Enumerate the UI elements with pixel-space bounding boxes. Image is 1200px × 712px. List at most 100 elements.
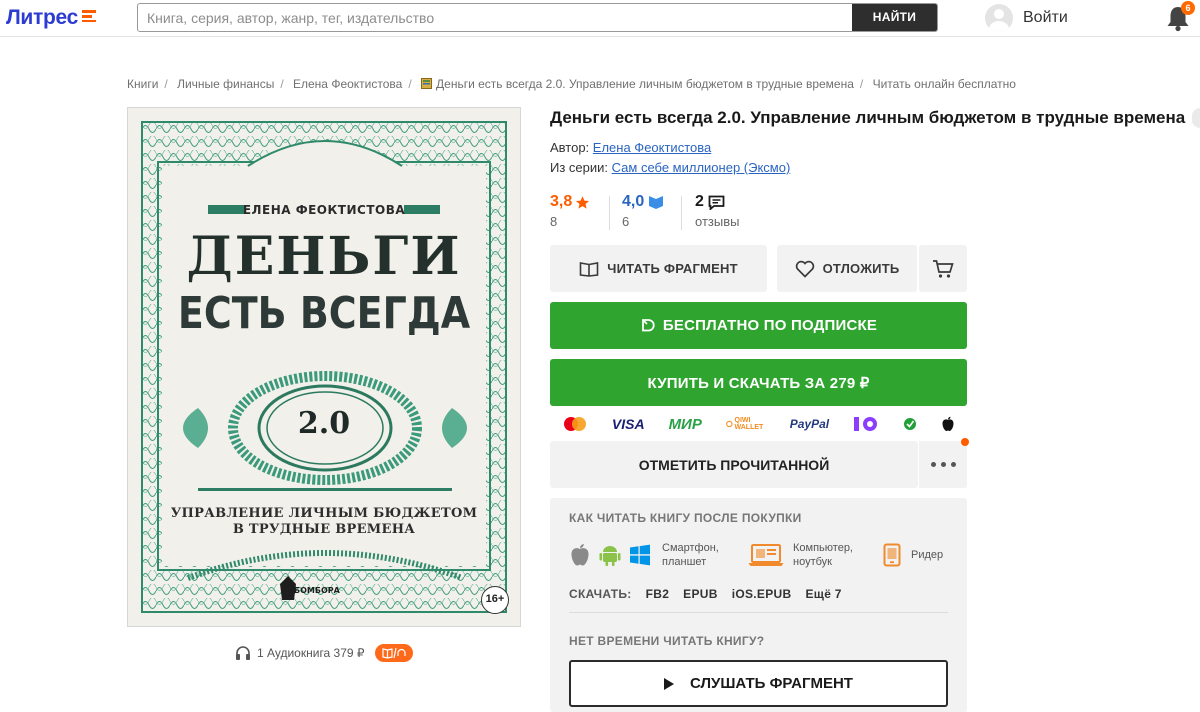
add-to-cart-button[interactable] — [919, 245, 967, 292]
livelib-rating[interactable]: 4,0 6 — [622, 192, 664, 232]
author-row: Автор: Елена Феоктистова — [550, 140, 711, 155]
cart-icon — [933, 259, 954, 278]
computer-apps[interactable]: Компьютер, ноутбук — [748, 540, 853, 570]
breadcrumb-item-author[interactable]: Елена Феоктистова — [293, 77, 402, 91]
listen-title: НЕТ ВРЕМЕНИ ЧИТАТЬ КНИГУ? — [569, 634, 765, 648]
new-indicator-dot — [961, 438, 969, 446]
dot-icon — [940, 462, 946, 467]
buy-button[interactable]: КУПИТЬ И СКАЧАТЬ ЗА 279 ₽ — [550, 359, 967, 406]
panel-divider — [569, 612, 948, 613]
ereader-apps[interactable]: Ридер — [883, 540, 943, 570]
mark-read-button[interactable]: ОТМЕТИТЬ ПРОЧИТАННОЙ — [550, 441, 918, 488]
breadcrumb-item-category[interactable]: Личные финансы — [177, 77, 274, 91]
cover-title-line2: ЕСТЬ ВСЕГДА — [177, 287, 471, 339]
payment-methods: VISA МИР QIWI WALLET PayPal — [550, 412, 967, 436]
subscription-button[interactable]: БЕСПЛАТНО ПО ПОДПИСКЕ — [550, 302, 967, 349]
share-button[interactable] — [1192, 108, 1200, 128]
format-epub[interactable]: EPUB — [683, 587, 718, 601]
paypal-icon: PayPal — [789, 417, 830, 431]
subscription-label: БЕСПЛАТНО ПО ПОДПИСКЕ — [662, 317, 878, 334]
top-header: Литрес НАЙТИ Войти 6 — [0, 0, 1200, 37]
cover-subtitle-line1: УПРАВЛЕНИЕ ЛИЧНЫМ БЮДЖЕТОМ — [170, 506, 478, 521]
cover-publisher: БОМБОРА — [294, 586, 340, 595]
litres-rating[interactable]: 3,8 8 — [550, 192, 590, 232]
book-cover[interactable]: ЕЛЕНА ФЕОКТИСТОВА ДЕНЬГИ ЕСТЬ ВСЕГДА 2.0… — [127, 107, 521, 627]
author-link[interactable]: Елена Феоктистова — [593, 140, 711, 155]
search-box: НАЙТИ — [137, 3, 938, 32]
login-label: Войти — [1023, 9, 1068, 26]
breadcrumb-item-read-online[interactable]: Читать онлайн бесплатно — [873, 77, 1016, 91]
read-fragment-label: ЧИТАТЬ ФРАГМЕНТ — [607, 261, 738, 276]
litres-rating-value: 3,8 — [550, 193, 573, 210]
reader-label: Ридер — [911, 549, 944, 561]
postpone-label: ОТЛОЖИТЬ — [822, 261, 900, 276]
cover-title-line1: ДЕНЬГИ — [186, 226, 462, 287]
cover-author: ЕЛЕНА ФЕОКТИСТОВА — [242, 203, 406, 217]
dot-icon — [950, 462, 956, 467]
mastercard-icon — [562, 416, 588, 432]
format-fb2[interactable]: FB2 — [646, 587, 670, 601]
search-button[interactable]: НАЙТИ — [852, 4, 937, 31]
logo-mark-icon — [82, 10, 97, 23]
more-options-button[interactable] — [918, 441, 967, 488]
rating-divider — [681, 196, 682, 230]
series-label: Из серии: — [550, 160, 609, 175]
computer-label: Компьютер, ноутбук — [793, 541, 853, 569]
format-ios-epub[interactable]: iOS.EPUB — [732, 587, 792, 601]
sber-icon — [903, 417, 917, 431]
mark-read-label: ОТМЕТИТЬ ПРОЧИТАННОЙ — [638, 456, 830, 473]
search-input[interactable] — [138, 4, 854, 31]
ereader-icon — [883, 543, 901, 567]
login-link[interactable]: Войти — [985, 3, 1068, 33]
buy-label: КУПИТЬ И СКАЧАТЬ ЗА 279 ₽ — [647, 374, 870, 392]
user-avatar-icon — [985, 4, 1013, 32]
notification-badge: 6 — [1181, 1, 1195, 15]
listen-fragment-button[interactable]: СЛУШАТЬ ФРАГМЕНТ — [569, 660, 948, 707]
windows-icon — [630, 544, 650, 566]
postpone-button[interactable]: ОТЛОЖИТЬ — [777, 245, 917, 292]
phone-label: Смартфон, планшет — [662, 541, 719, 569]
age-rating-badge: 16+ — [481, 586, 509, 614]
apple-pay-icon — [941, 416, 955, 432]
laptop-icon — [748, 544, 784, 566]
breadcrumb: Книги / Личные финансы / Елена Феоктистова… — [127, 77, 1016, 91]
cover-version: 2.0 — [297, 406, 351, 441]
format-more[interactable]: Ещё 7 — [805, 587, 841, 601]
phone-label-line2: планшет — [662, 556, 707, 568]
subscription-icon — [642, 319, 655, 332]
yoomoney-icon — [853, 415, 879, 433]
apple-icon — [571, 544, 589, 566]
litres-logo[interactable]: Литрес — [6, 5, 97, 31]
visa-icon: VISA — [611, 416, 645, 432]
phone-apps[interactable]: Смартфон, планшет — [569, 540, 719, 570]
computer-label-line1: Компьютер, — [793, 542, 853, 554]
breadcrumb-item-books[interactable]: Книги — [127, 77, 158, 91]
book-title: Деньги есть всегда 2.0. Управление личны… — [550, 108, 1186, 127]
cover-subtitle-line2: В ТРУДНЫЕ ВРЕМЕНА — [232, 522, 416, 537]
qiwi-label: QIWI WALLET — [734, 417, 764, 431]
headphones-icon — [236, 646, 250, 660]
livelib-icon — [649, 195, 664, 209]
author-label: Автор: — [550, 140, 590, 155]
series-link[interactable]: Сам себе миллионер (Эксмо) — [612, 160, 791, 175]
dot-icon — [930, 462, 936, 467]
mir-icon: МИР — [668, 415, 702, 433]
read-fragment-button[interactable]: ЧИТАТЬ ФРАГМЕНТ — [550, 245, 767, 292]
livelib-rating-count: 6 — [622, 214, 630, 229]
book-icon — [421, 78, 433, 89]
download-label: СКАЧАТЬ: — [569, 587, 632, 601]
listen-fragment-label: СЛУШАТЬ ФРАГМЕНТ — [690, 675, 853, 692]
phone-label-line1: Смартфон, — [662, 542, 719, 554]
cover-subtitle: УПРАВЛЕНИЕ ЛИЧНЫМ БЮДЖЕТОМ В ТРУДНЫЕ ВРЕ… — [128, 506, 520, 538]
reviews-count[interactable]: 2 отзывы — [695, 192, 739, 232]
series-row: Из серии: Сам себе миллионер (Эксмо) — [550, 160, 790, 175]
audiobook-link[interactable]: 1 Аудиокнига 379 ₽ — [235, 643, 413, 663]
open-book-icon — [579, 261, 599, 277]
format-pill[interactable] — [374, 644, 413, 662]
book-audio-icon — [381, 647, 406, 659]
reviews-label: отзывы — [695, 214, 740, 229]
litres-rating-count: 8 — [550, 214, 558, 229]
comment-icon — [708, 195, 725, 210]
breadcrumb-item-book[interactable]: Деньги есть всегда 2.0. Управление личны… — [436, 77, 854, 91]
download-formats: СКАЧАТЬ: FB2 EPUB iOS.EPUB Ещё 7 — [569, 587, 842, 601]
